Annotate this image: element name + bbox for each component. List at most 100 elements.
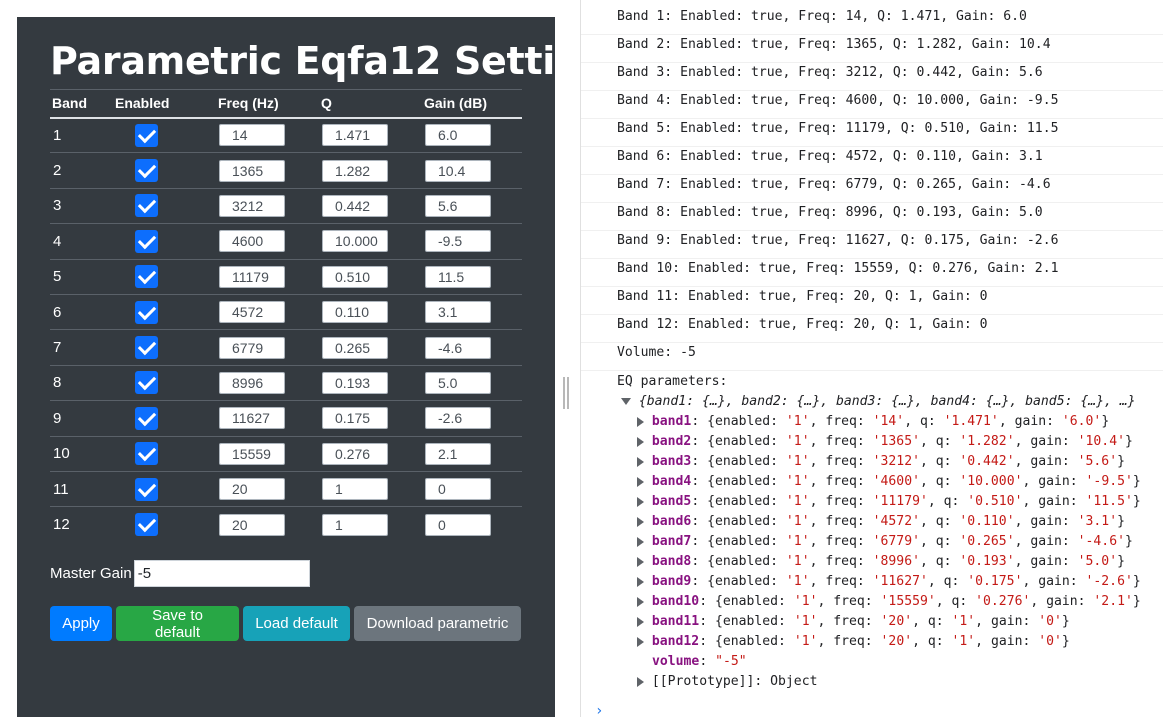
console-object-entry[interactable]: band7: {enabled: '1', freq: '6779', q: '… bbox=[637, 534, 1163, 549]
expand-right-icon[interactable] bbox=[637, 596, 644, 607]
q-input[interactable]: 10.000 bbox=[322, 230, 388, 253]
freq-input[interactable]: 6779 bbox=[219, 336, 285, 359]
freq-input[interactable]: 11627 bbox=[219, 407, 285, 430]
apply-button[interactable]: Apply bbox=[50, 606, 112, 641]
enabled-checkbox[interactable] bbox=[135, 229, 158, 253]
enabled-checkbox[interactable] bbox=[135, 513, 158, 537]
q-input[interactable]: 0.265 bbox=[322, 336, 388, 359]
console-object-entry[interactable]: band9: {enabled: '1', freq: '11627', q: … bbox=[637, 574, 1163, 589]
load-default-button[interactable]: Load default bbox=[243, 606, 350, 641]
save-default-button[interactable]: Save to default bbox=[116, 606, 239, 641]
gain-input[interactable]: 5.0 bbox=[425, 371, 491, 394]
expand-right-icon[interactable] bbox=[637, 476, 644, 487]
expand-right-icon[interactable] bbox=[637, 556, 644, 567]
console-object-entry[interactable]: band1: {enabled: '1', freq: '14', q: '1.… bbox=[637, 414, 1163, 429]
enabled-checkbox[interactable] bbox=[135, 159, 158, 183]
gain-input[interactable]: 6.0 bbox=[425, 124, 491, 147]
console-object-entry[interactable]: band6: {enabled: '1', freq: '4572', q: '… bbox=[637, 514, 1163, 529]
gain-input[interactable]: -2.6 bbox=[425, 407, 491, 430]
freq-input[interactable]: 15559 bbox=[219, 442, 285, 465]
expand-right-icon[interactable] bbox=[637, 576, 644, 587]
enabled-checkbox[interactable] bbox=[135, 406, 158, 430]
pane-resize-handle[interactable] bbox=[563, 377, 569, 409]
q-input[interactable]: 0.110 bbox=[322, 301, 388, 324]
enabled-checkbox[interactable] bbox=[135, 442, 158, 466]
q-input[interactable]: 0.510 bbox=[322, 265, 388, 288]
console-object-entry[interactable]: band2: {enabled: '1', freq: '1365', q: '… bbox=[637, 434, 1163, 449]
freq-input[interactable]: 11179 bbox=[219, 265, 285, 288]
freq-input[interactable]: 4572 bbox=[219, 301, 285, 324]
console-object-entry[interactable]: band5: {enabled: '1', freq: '11179', q: … bbox=[637, 494, 1163, 509]
expand-right-icon[interactable] bbox=[637, 676, 644, 687]
master-gain-input[interactable] bbox=[133, 560, 310, 587]
expand-right-icon[interactable] bbox=[637, 496, 644, 507]
band-number: 10 bbox=[50, 436, 113, 472]
q-cell: 0.193 bbox=[319, 365, 422, 402]
enabled-checkbox[interactable] bbox=[135, 336, 158, 360]
entry-key: band4 bbox=[651, 474, 692, 489]
gain-cell: 5.6 bbox=[422, 188, 522, 225]
entry-enabled: '1' bbox=[793, 634, 818, 649]
expand-right-icon[interactable] bbox=[637, 636, 644, 647]
enabled-checkbox[interactable] bbox=[135, 477, 158, 501]
gain-input[interactable]: -9.5 bbox=[425, 230, 491, 253]
enabled-checkbox[interactable] bbox=[135, 194, 158, 218]
enabled-checkbox[interactable] bbox=[135, 300, 158, 324]
expand-right-icon[interactable] bbox=[637, 456, 644, 467]
console-object-entry[interactable]: band11: {enabled: '1', freq: '20', q: '1… bbox=[637, 614, 1163, 629]
q-input[interactable]: 0.193 bbox=[322, 371, 388, 394]
console-object-entry[interactable]: band12: {enabled: '1', freq: '20', q: '1… bbox=[637, 634, 1163, 649]
freq-input[interactable]: 8996 bbox=[219, 371, 285, 394]
console-object-entry[interactable]: band10: {enabled: '1', freq: '15559', q:… bbox=[637, 594, 1163, 609]
enabled-cell bbox=[113, 294, 216, 331]
eq-settings-panel: Parametric Eqfa12 Settings Band Enabled … bbox=[17, 17, 631, 717]
enabled-checkbox[interactable] bbox=[135, 123, 158, 147]
freq-input[interactable]: 3212 bbox=[219, 194, 285, 217]
entry-q: '0.510' bbox=[967, 494, 1023, 509]
console-object-entry[interactable]: band3: {enabled: '1', freq: '3212', q: '… bbox=[637, 454, 1163, 469]
expand-right-icon[interactable] bbox=[637, 416, 644, 427]
gain-input[interactable]: 5.6 bbox=[425, 194, 491, 217]
expand-right-icon[interactable] bbox=[637, 536, 644, 547]
gain-input[interactable]: -4.6 bbox=[425, 336, 491, 359]
entry-freq: '20' bbox=[880, 634, 913, 649]
console-object-summary[interactable]: {band1: {…}, band2: {…}, band3: {…}, ban… bbox=[621, 394, 1163, 409]
expand-right-icon[interactable] bbox=[637, 516, 644, 527]
q-input[interactable]: 0.276 bbox=[322, 442, 388, 465]
expand-right-icon[interactable] bbox=[637, 436, 644, 447]
gain-input[interactable]: 3.1 bbox=[425, 301, 491, 324]
q-input[interactable]: 0.442 bbox=[322, 194, 388, 217]
entry-gain: '0' bbox=[1038, 614, 1062, 629]
expand-down-icon[interactable] bbox=[621, 398, 631, 405]
q-input[interactable]: 1.282 bbox=[322, 159, 388, 182]
gain-input[interactable]: 2.1 bbox=[425, 442, 491, 465]
console-prototype-entry[interactable]: [[Prototype]]: Object bbox=[637, 674, 1163, 689]
q-input[interactable]: 1 bbox=[322, 478, 388, 501]
freq-input[interactable]: 1365 bbox=[219, 159, 285, 182]
q-input[interactable]: 1.471 bbox=[322, 124, 388, 147]
gain-input[interactable]: 10.4 bbox=[425, 159, 491, 182]
freq-input[interactable]: 4600 bbox=[219, 230, 285, 253]
q-input[interactable]: 0.175 bbox=[322, 407, 388, 430]
q-cell: 1 bbox=[319, 471, 422, 508]
entry-enabled: '1' bbox=[785, 434, 810, 449]
entry-freq: '3212' bbox=[872, 454, 920, 469]
freq-input[interactable]: 14 bbox=[219, 124, 285, 147]
freq-input[interactable]: 20 bbox=[219, 513, 285, 536]
console-object-entry[interactable]: band8: {enabled: '1', freq: '8996', q: '… bbox=[637, 554, 1163, 569]
entry-key: band7 bbox=[651, 534, 692, 549]
gain-input[interactable]: 0 bbox=[425, 513, 491, 536]
expand-right-icon[interactable] bbox=[637, 616, 644, 627]
gain-input[interactable]: 11.5 bbox=[425, 265, 491, 288]
band-number: 6 bbox=[50, 294, 113, 331]
console-object-entry[interactable]: band4: {enabled: '1', freq: '4600', q: '… bbox=[637, 474, 1163, 489]
enabled-checkbox[interactable] bbox=[135, 371, 158, 395]
gain-input[interactable]: 0 bbox=[425, 478, 491, 501]
q-cell: 0.276 bbox=[319, 436, 422, 472]
freq-input[interactable]: 20 bbox=[219, 478, 285, 501]
entry-key: band10 bbox=[651, 594, 700, 609]
enabled-checkbox[interactable] bbox=[135, 265, 158, 289]
download-parametric-button[interactable]: Download parametric bbox=[354, 606, 521, 641]
q-input[interactable]: 1 bbox=[322, 513, 388, 536]
entry-gain: '11.5' bbox=[1085, 494, 1133, 509]
